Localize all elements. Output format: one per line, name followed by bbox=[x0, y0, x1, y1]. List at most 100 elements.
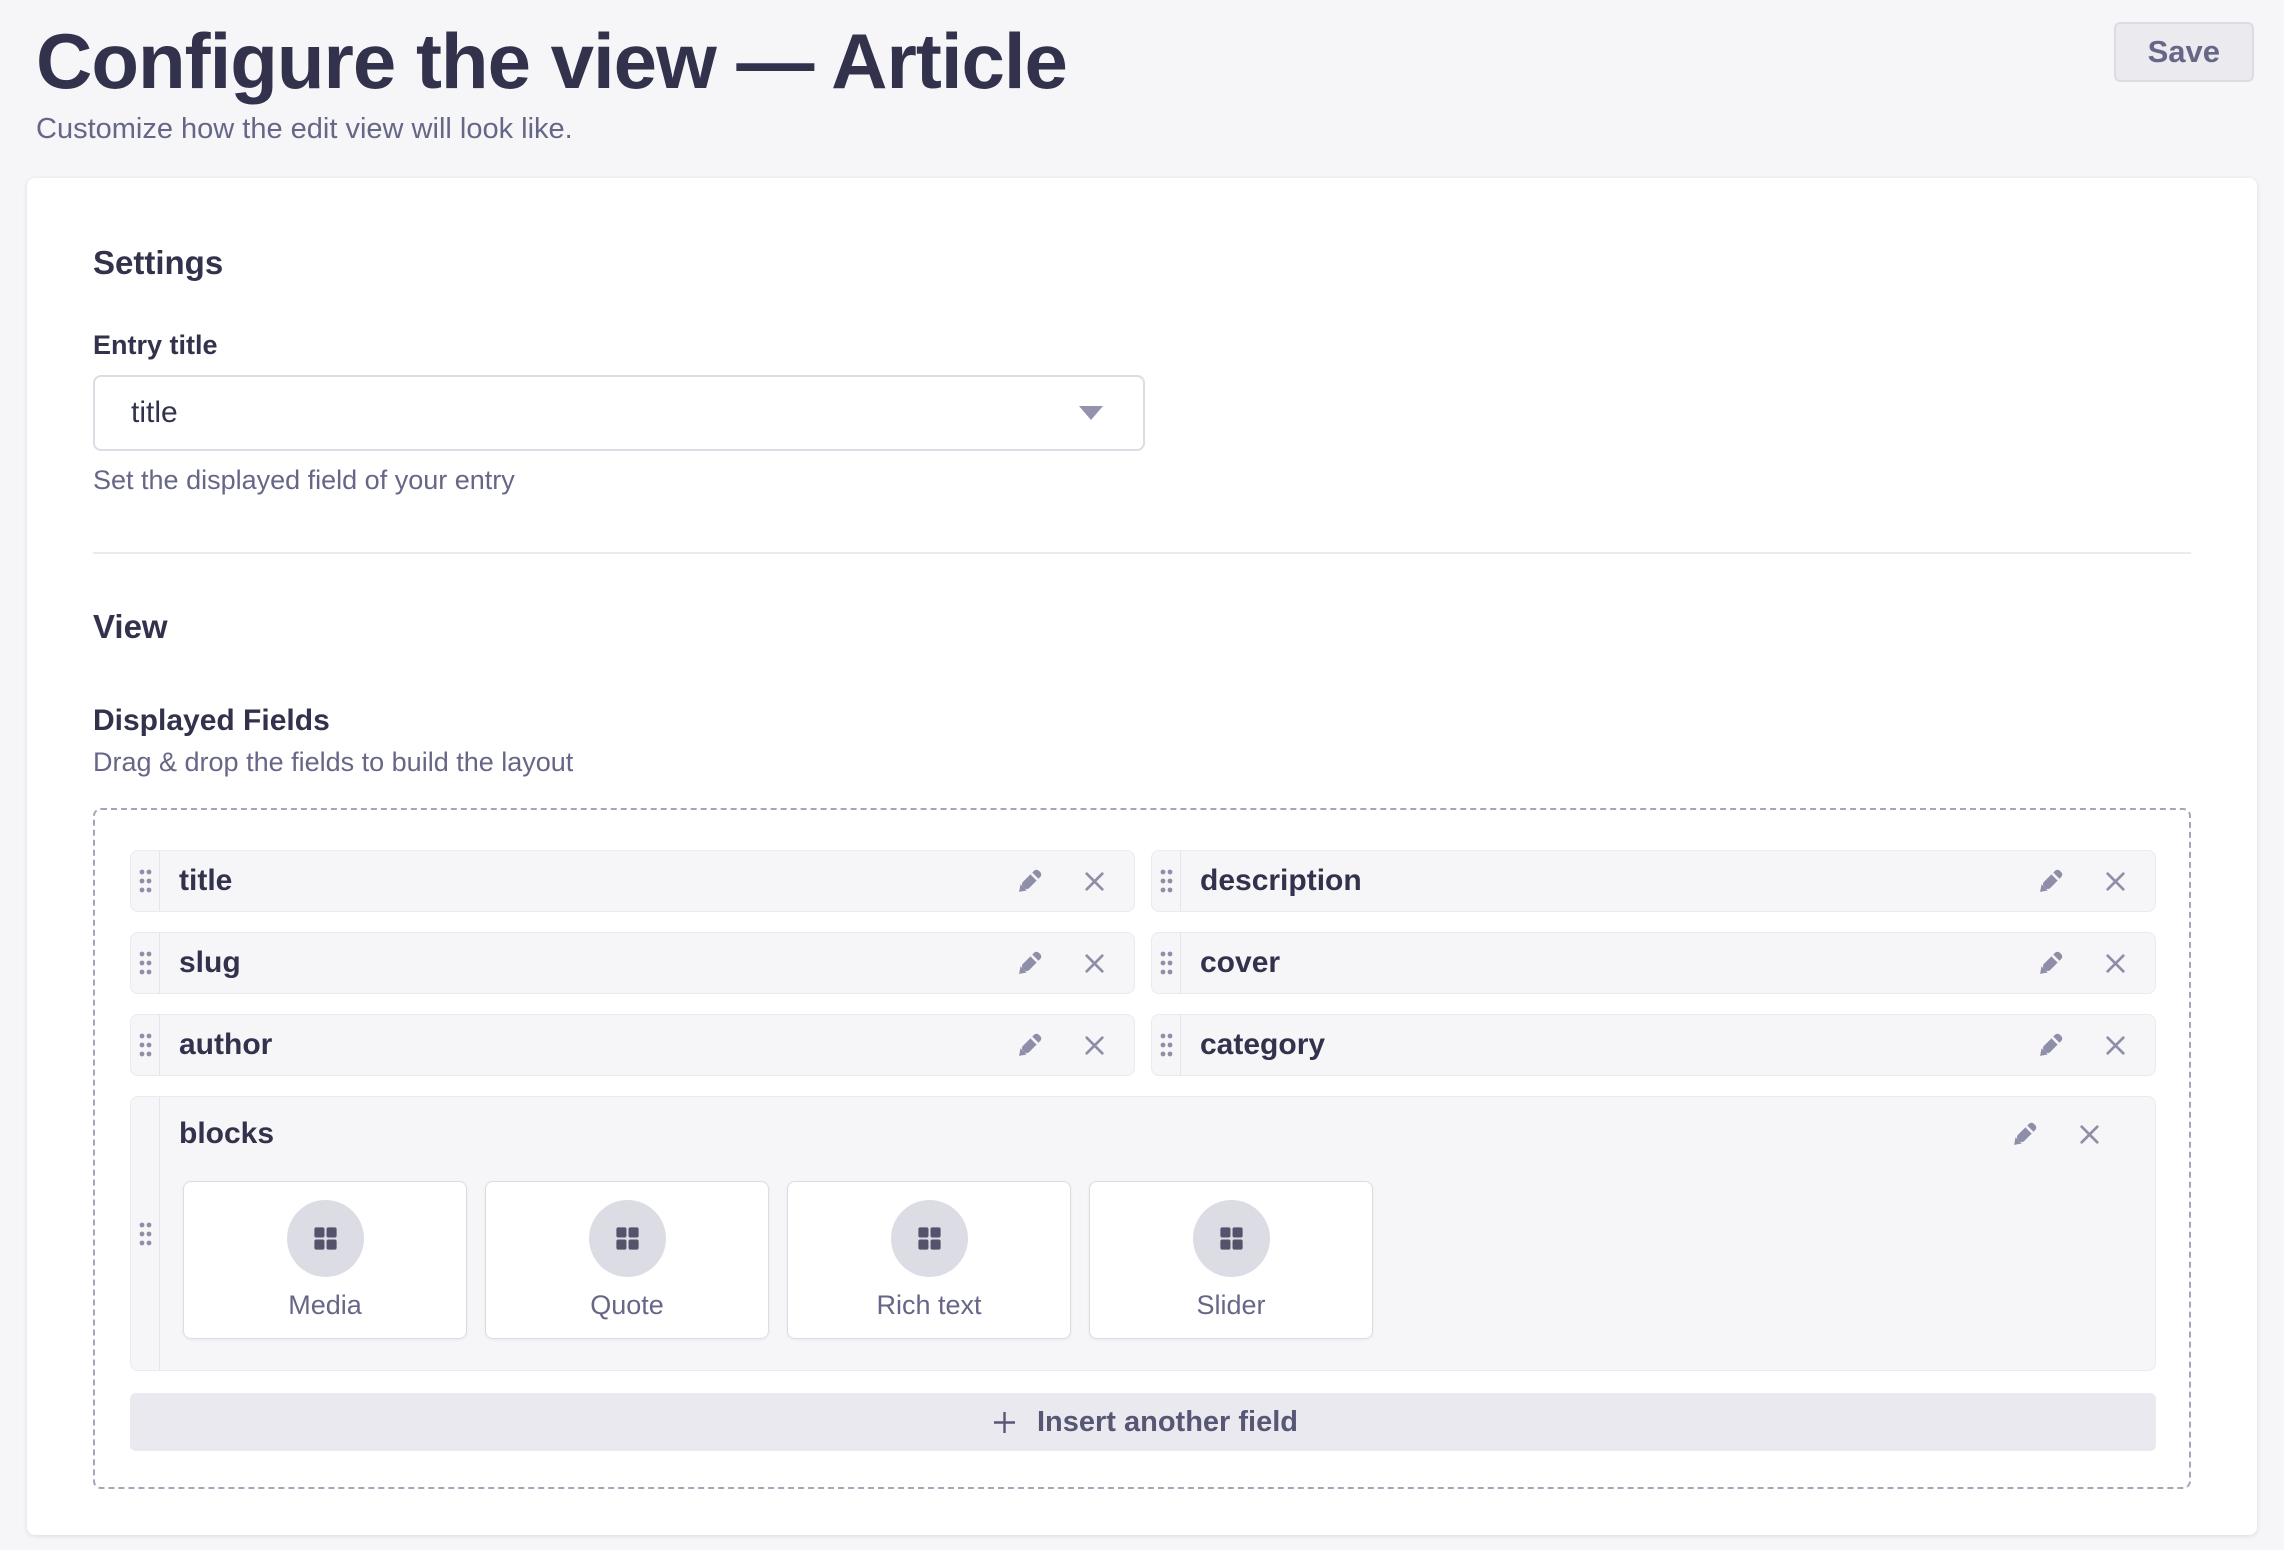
component-icon-circle bbox=[1193, 1200, 1270, 1277]
save-button[interactable]: Save bbox=[2114, 22, 2254, 82]
pencil-icon bbox=[2009, 1119, 2040, 1150]
entry-title-hint: Set the displayed field of your entry bbox=[93, 465, 2191, 496]
pencil-icon bbox=[1014, 948, 1045, 979]
remove-field-button[interactable] bbox=[2102, 1032, 2129, 1059]
remove-field-button[interactable] bbox=[2102, 950, 2129, 977]
fields-grid: title description slug bbox=[130, 850, 2156, 1076]
component-card[interactable]: Rich text bbox=[787, 1181, 1071, 1339]
content-panel: Settings Entry title title Set the displ… bbox=[27, 178, 2257, 1535]
close-icon bbox=[2102, 1032, 2129, 1059]
field-label: title bbox=[179, 864, 1014, 898]
drag-dots-icon bbox=[138, 1032, 153, 1058]
grid-icon bbox=[310, 1223, 341, 1254]
field-label: description bbox=[1200, 864, 2035, 898]
field-row: cover bbox=[1151, 932, 2156, 994]
settings-section: Settings Entry title title Set the displ… bbox=[93, 244, 2191, 496]
field-row: category bbox=[1151, 1014, 2156, 1076]
row-actions bbox=[1014, 933, 1134, 993]
grid-icon bbox=[1216, 1223, 1247, 1254]
close-icon bbox=[2102, 950, 2129, 977]
drag-handle[interactable] bbox=[131, 933, 160, 993]
drag-dots-icon bbox=[138, 950, 153, 976]
close-icon bbox=[1081, 950, 1108, 977]
displayed-fields-label: Displayed Fields bbox=[93, 704, 2191, 738]
remove-field-button[interactable] bbox=[2102, 868, 2129, 895]
pencil-icon bbox=[2035, 866, 2066, 897]
drag-handle[interactable] bbox=[131, 1097, 160, 1370]
drag-handle[interactable] bbox=[1152, 933, 1181, 993]
blocks-content: blocks Media bbox=[160, 1097, 2155, 1370]
remove-field-button[interactable] bbox=[1081, 868, 1108, 895]
page-header-text: Configure the view — Article Customize h… bbox=[36, 18, 1067, 146]
insert-another-field-button[interactable]: Insert another field bbox=[130, 1393, 2156, 1451]
page-header: Configure the view — Article Customize h… bbox=[0, 0, 2284, 146]
entry-title-select[interactable]: title bbox=[93, 375, 1145, 451]
entry-title-field: Entry title title Set the displayed fiel… bbox=[93, 330, 2191, 496]
grid-icon bbox=[914, 1223, 945, 1254]
row-actions bbox=[1014, 1015, 1134, 1075]
drag-handle[interactable] bbox=[1152, 851, 1181, 911]
drag-handle[interactable] bbox=[131, 1015, 160, 1075]
section-divider bbox=[93, 552, 2191, 554]
edit-field-button[interactable] bbox=[1014, 948, 1045, 979]
fields-drop-zone: title description slug bbox=[93, 808, 2191, 1489]
entry-title-select-value: title bbox=[131, 396, 178, 430]
row-actions bbox=[1014, 851, 1134, 911]
component-label: Slider bbox=[1196, 1290, 1265, 1321]
edit-field-button[interactable] bbox=[1014, 866, 1045, 897]
configure-view-page: Configure the view — Article Customize h… bbox=[0, 0, 2284, 1550]
row-actions bbox=[2035, 851, 2155, 911]
close-icon bbox=[1081, 1032, 1108, 1059]
drag-dots-icon bbox=[1159, 950, 1174, 976]
view-heading: View bbox=[93, 608, 2191, 646]
field-row: author bbox=[130, 1014, 1135, 1076]
pencil-icon bbox=[2035, 1030, 2066, 1061]
close-icon bbox=[2076, 1121, 2103, 1148]
pencil-icon bbox=[2035, 948, 2066, 979]
field-label: category bbox=[1200, 1028, 2035, 1062]
pencil-icon bbox=[1014, 866, 1045, 897]
component-cards: Media Quote Rich text Slider bbox=[183, 1181, 2129, 1339]
edit-field-button[interactable] bbox=[2035, 948, 2066, 979]
close-icon bbox=[2102, 868, 2129, 895]
entry-title-label: Entry title bbox=[93, 330, 2191, 361]
drag-dots-icon bbox=[138, 1221, 153, 1247]
component-card[interactable]: Media bbox=[183, 1181, 467, 1339]
settings-heading: Settings bbox=[93, 244, 2191, 282]
field-label: blocks bbox=[179, 1117, 2009, 1151]
component-icon-circle bbox=[589, 1200, 666, 1277]
field-label: slug bbox=[179, 946, 1014, 980]
row-actions bbox=[2035, 1015, 2155, 1075]
field-row: slug bbox=[130, 932, 1135, 994]
drag-handle[interactable] bbox=[1152, 1015, 1181, 1075]
drag-handle[interactable] bbox=[131, 851, 160, 911]
close-icon bbox=[1081, 868, 1108, 895]
component-card[interactable]: Quote bbox=[485, 1181, 769, 1339]
field-label: author bbox=[179, 1028, 1014, 1062]
edit-field-button[interactable] bbox=[1014, 1030, 1045, 1061]
pencil-icon bbox=[1014, 1030, 1045, 1061]
row-actions bbox=[2035, 933, 2155, 993]
plus-icon bbox=[988, 1406, 1021, 1439]
edit-field-button[interactable] bbox=[2009, 1119, 2040, 1150]
component-card[interactable]: Slider bbox=[1089, 1181, 1373, 1339]
edit-field-button[interactable] bbox=[2035, 1030, 2066, 1061]
remove-field-button[interactable] bbox=[1081, 1032, 1108, 1059]
page-title: Configure the view — Article bbox=[36, 18, 1067, 105]
component-icon-circle bbox=[287, 1200, 364, 1277]
caret-down-icon bbox=[1079, 406, 1103, 420]
view-section: View Displayed Fields Drag & drop the fi… bbox=[93, 608, 2191, 1489]
grid-icon bbox=[612, 1223, 643, 1254]
field-row: description bbox=[1151, 850, 2156, 912]
displayed-fields-hint: Drag & drop the fields to build the layo… bbox=[93, 747, 2191, 778]
component-icon-circle bbox=[891, 1200, 968, 1277]
drag-dots-icon bbox=[138, 868, 153, 894]
row-actions bbox=[2009, 1119, 2129, 1150]
remove-field-button[interactable] bbox=[1081, 950, 1108, 977]
drag-dots-icon bbox=[1159, 1032, 1174, 1058]
insert-another-field-label: Insert another field bbox=[1037, 1406, 1298, 1439]
remove-field-button[interactable] bbox=[2076, 1121, 2103, 1148]
field-label: cover bbox=[1200, 946, 2035, 980]
field-row: title bbox=[130, 850, 1135, 912]
edit-field-button[interactable] bbox=[2035, 866, 2066, 897]
